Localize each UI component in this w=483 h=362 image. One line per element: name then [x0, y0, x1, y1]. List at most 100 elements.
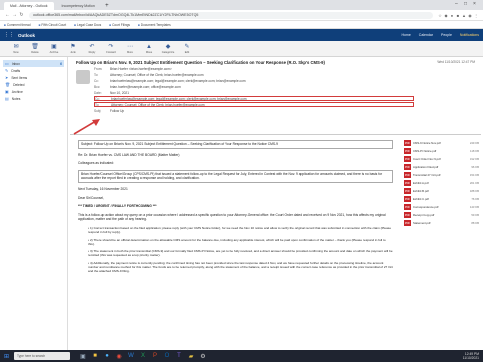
attachment-item[interactable]: PDF Application Filed.pdf 96 KB — [404, 164, 479, 171]
ribbon-button-new[interactable]: ✉ New — [8, 43, 24, 55]
recipient-list[interactable]: Attorney; Counsel; Office of the Clerk; … — [111, 103, 413, 107]
forward-mail-icon: ↷ — [108, 43, 114, 50]
attachment-item[interactable]: PDF Exhibit C.pdf 76 KB — [404, 196, 479, 203]
attachment-size: 76 KB — [471, 197, 479, 202]
folder-item-archive[interactable]: ▣ Archive — [3, 88, 64, 95]
cc-list[interactable]: brianhoeferlaw@example.com; legal@exampl… — [111, 97, 413, 101]
back-icon[interactable]: ← — [4, 12, 11, 18]
folder-icon[interactable]: ▰ — [186, 352, 196, 361]
pdf-icon: PDF — [404, 196, 411, 203]
pdf-icon: PDF — [404, 140, 411, 147]
ribbon-label: Edit — [184, 50, 190, 54]
recipient-list[interactable]: Attorney; Counsel; Office of the Clerk; … — [110, 73, 475, 77]
attachment-item[interactable]: PDF Exhibit B.pdf 188 KB — [404, 188, 479, 195]
folder-label: Notes — [11, 96, 21, 101]
file-explorer-icon[interactable]: ■ — [90, 352, 100, 361]
edge-icon[interactable]: ● — [102, 352, 112, 361]
app-name: Outlook — [18, 32, 35, 38]
folder-item-drafts[interactable]: ✎ Drafts — [3, 67, 64, 74]
attachment-name: Statement.pdf — [413, 221, 431, 226]
ribbon-toolbar: ✉ New 🗑 Delete ▣ Archive ⚑ Junk ↶ Reply ↷ Forw… — [0, 41, 483, 57]
ribbon-label: More — [127, 50, 133, 54]
new-tab-icon[interactable]: + — [103, 2, 111, 10]
forward-icon[interactable]: → — [11, 12, 18, 18]
body-paragraph: Colleagues as indicated: — [78, 161, 114, 166]
ribbon-button-move[interactable]: ▲ Move — [141, 43, 157, 55]
ribbon-button-junk[interactable]: ⚑ Junk — [65, 43, 81, 55]
outlook-icon[interactable]: O — [162, 352, 172, 361]
attachment-item[interactable]: PDF Court Order Nov 9.pdf 312 KB — [404, 156, 479, 163]
header-row-cc: Cc: brianhoeferlaw@example.com; legal@exa… — [94, 78, 475, 83]
attachment-name: Court Order Nov 9.pdf — [413, 157, 441, 162]
ribbon-button-more[interactable]: ⋯ More — [122, 43, 138, 55]
windows-start-icon[interactable]: ⊞ — [4, 353, 14, 360]
folder-item-deleted[interactable]: 🗑 Deleted — [3, 81, 64, 88]
header-row-from: From: Brian Hoefer <brian.hoefer@example.… — [94, 66, 475, 71]
bookmarks-bar: Comment thread Fifth Circuit Court Legal… — [0, 21, 483, 29]
header-label: Cc: — [94, 78, 99, 83]
app-launcher-icon[interactable]: ⋮⋮ — [4, 32, 14, 38]
pdf-icon: PDF — [404, 148, 411, 155]
bookmark-item[interactable]: Document Templates — [138, 23, 171, 27]
attachment-size: 312 KB — [469, 157, 479, 162]
maximize-icon[interactable]: □ — [464, 1, 467, 7]
folder-item-sent[interactable]: ➤ Sent Items — [3, 74, 64, 81]
taskbar-search-input[interactable]: Type here to search — [14, 352, 70, 360]
attachment-item[interactable]: PDF Receipt Copy.pdf 59 KB — [404, 212, 479, 219]
chrome-icon[interactable]: ◉ — [114, 352, 124, 361]
bookmark-item[interactable]: Legal Case Docs — [74, 23, 101, 27]
flag-icon: ⚑ — [70, 43, 76, 50]
notifications-tool[interactable]: Notifications — [460, 33, 479, 37]
settings-icon[interactable]: ⚙ — [198, 352, 208, 361]
teams-icon[interactable]: T — [174, 352, 184, 361]
sender-address[interactable]: Brian Hoefer <brian.hoefer@example.com> — [110, 67, 475, 71]
pdf-icon: PDF — [404, 164, 411, 171]
date-value: Nov 10, 2021 — [110, 90, 129, 95]
bcc-list[interactable]: brian.hoefer@example.com; office@example… — [110, 85, 475, 89]
url-input[interactable]: outlook.office365.com/mail/inbox/id/AAQk… — [29, 11, 433, 19]
clock-date: 11/10/2021 — [462, 356, 479, 360]
message-header: Follow Up on Brian's Nov. 9, 2021 Subjec… — [70, 57, 481, 135]
bookmark-item[interactable]: Comment thread — [4, 23, 31, 27]
header-label: To: — [94, 72, 99, 77]
ribbon-button-categorize[interactable]: ◆ Categorize — [160, 43, 176, 55]
ribbon-button-archive[interactable]: ▣ Archive — [46, 43, 62, 55]
ribbon-button-reply[interactable]: ↶ Reply — [84, 43, 100, 55]
attachment-name: Exhibit A.pdf — [413, 181, 429, 186]
browser-tab[interactable]: Incompetency Motion — [56, 2, 101, 10]
close-icon[interactable]: × — [473, 1, 476, 7]
attachment-item[interactable]: PDF CMS-9 Notice Nov.pdf 249 KB — [404, 140, 479, 147]
calendar-tool[interactable]: Calendar — [419, 33, 433, 37]
home-tool[interactable]: Home — [401, 33, 410, 37]
menu-icon[interactable]: ⋮ — [473, 13, 479, 18]
word-icon[interactable]: W — [126, 352, 136, 361]
folder-item-notes[interactable]: ▤ Notes — [3, 95, 64, 102]
annotation-arrow-icon — [73, 119, 100, 135]
reload-icon[interactable]: ↻ — [18, 12, 25, 18]
archive-icon: ▣ — [51, 43, 57, 50]
bookmark-item[interactable]: Court Filings — [109, 23, 130, 27]
attachment-item[interactable]: PDF Transmittal 27 Oct.pdf 154 KB — [404, 172, 479, 179]
people-tool[interactable]: People — [441, 33, 452, 37]
minimize-icon[interactable]: – — [455, 1, 458, 7]
attachment-item[interactable]: PDF Statement.pdf 88 KB — [404, 220, 479, 227]
attachment-size: 154 KB — [469, 173, 479, 178]
bookmark-item[interactable]: Fifth Circuit Court — [39, 23, 66, 27]
taskbar: ⊞ Type here to search ▣ ■ ● ◉ W X P O T … — [0, 350, 483, 362]
attachment-item[interactable]: PDF Correspondence.pdf 143 KB — [404, 204, 479, 211]
folder-item-inbox[interactable]: ▭ Inbox 6 — [3, 60, 64, 67]
powerpoint-icon[interactable]: P — [150, 352, 160, 361]
attachment-size: 88 KB — [471, 221, 479, 226]
ribbon-button-forward[interactable]: ↷ Forward — [103, 43, 119, 55]
body-paragraph: Subject: Follow Up on Brian's Nov. 9, 20… — [78, 140, 393, 149]
task-view-icon[interactable]: ▣ — [78, 352, 88, 361]
excel-icon[interactable]: X — [138, 352, 148, 361]
system-tray[interactable]: 12:49 PM 11/10/2021 — [463, 352, 479, 360]
ribbon-button-edit[interactable]: ✎ Edit — [179, 43, 195, 55]
browser-tab[interactable]: Mail - Attorney - Outlook — [4, 2, 54, 10]
attachment-item[interactable]: PDF Exhibit A.pdf 201 KB — [404, 180, 479, 187]
cc-list[interactable]: brianhoeferlaw@example.com; legal@exampl… — [110, 79, 475, 83]
attachment-item[interactable]: PDF CMS-PI Notice.pdf 118 KB — [404, 148, 479, 155]
ribbon-button-delete[interactable]: 🗑 Delete — [27, 43, 43, 55]
header-row-to: To: Attorney; Counsel; Office of the Cler… — [94, 72, 475, 77]
